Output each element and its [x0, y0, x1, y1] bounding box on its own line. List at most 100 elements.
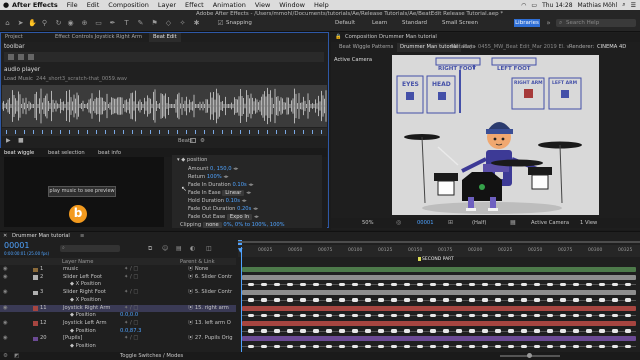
beat-marker[interactable] [168, 130, 169, 134]
puppet-tool-icon[interactable]: ✱ [192, 19, 201, 28]
prop-hold-duration[interactable]: Hold Duration 0.10s ◂▸ [188, 198, 247, 204]
keyframe[interactable] [261, 282, 267, 287]
keyframe[interactable] [508, 329, 514, 333]
view-layout-dropdown[interactable]: 1 View [580, 220, 597, 226]
layer-row[interactable]: ◉ 11 Joystick Right Arm ✦ / □ ⦿ 15. right ar… [0, 304, 236, 313]
overflow-chevron-icon[interactable]: » [544, 19, 553, 28]
beat-marker[interactable] [321, 130, 322, 134]
wifi-icon[interactable]: ◠ [521, 2, 526, 9]
layer-switches[interactable]: ✦ / □ [124, 266, 138, 274]
layer-duration-bar[interactable] [242, 320, 636, 326]
property-value[interactable]: 0.0,87.3 [120, 328, 141, 336]
clipping-dropdown[interactable]: none [202, 222, 222, 228]
zoom-tool-icon[interactable]: ⚲ [40, 19, 49, 28]
text-tool-icon[interactable]: T [122, 19, 131, 28]
spotlight-icon[interactable]: ⌕ [622, 1, 625, 9]
keyframe[interactable] [339, 313, 345, 318]
keyframe[interactable] [547, 313, 553, 318]
draft-3d-icon[interactable]: ⧉ [148, 245, 152, 253]
stop-icon[interactable]: ■ [18, 137, 24, 144]
visibility-eye-icon[interactable]: ◉ [3, 335, 8, 343]
zoom-dropdown[interactable]: 50% [362, 220, 374, 226]
keyframe[interactable] [560, 298, 566, 302]
keyframe[interactable] [534, 329, 540, 333]
layer-row[interactable]: ◉ 3 Slider Right Foot ✦ / □ ⦿ 5. Slider Cont… [0, 289, 236, 297]
keyframe[interactable] [443, 344, 449, 348]
workspace-default[interactable]: Default [335, 20, 355, 26]
keyframe[interactable] [586, 329, 592, 333]
playhead[interactable] [241, 247, 242, 355]
keyframe[interactable] [313, 282, 319, 287]
rectangle-tool-icon[interactable]: ▭ [94, 19, 103, 28]
layer-row[interactable]: ◉ 12 Joystick Left Arm ✦ / □ ⦿ 13. left arm … [0, 320, 236, 328]
property-row[interactable]: ◆ Position [0, 343, 236, 351]
comp-marker[interactable] [418, 257, 421, 261]
beat-marker[interactable] [195, 130, 196, 134]
keyframe[interactable] [586, 282, 592, 287]
selection-tool-icon[interactable]: ➤ [16, 19, 25, 28]
menu-view[interactable]: View [255, 1, 270, 9]
keyframe[interactable] [508, 282, 514, 287]
tool-button-icon[interactable] [28, 54, 34, 60]
layer-switches[interactable]: ✦ / □ [124, 335, 138, 343]
property-row[interactable]: ◆ Position 0.0,0.0 [0, 312, 236, 320]
keyframe[interactable] [339, 344, 345, 348]
tab-beat-selection[interactable]: beat selection [48, 150, 85, 156]
layer-name[interactable]: Joystick Right Arm [63, 305, 110, 313]
shy-icon[interactable]: ☺ [162, 245, 168, 252]
beat-marker[interactable] [78, 130, 79, 134]
zoom-slider-handle[interactable] [527, 353, 532, 358]
beat-marker[interactable] [114, 130, 115, 134]
beat-marker[interactable] [96, 130, 97, 134]
keyframe[interactable] [248, 298, 254, 302]
menu-help[interactable]: Help [314, 1, 329, 9]
keyframe[interactable] [313, 298, 319, 302]
layer-switches[interactable]: ✦ / □ [124, 320, 138, 328]
beat-marker[interactable] [294, 130, 295, 134]
property-value[interactable]: 0.0,0.0 [120, 312, 138, 320]
keyframe[interactable] [300, 329, 306, 333]
beat-marker[interactable] [105, 130, 106, 134]
keyframe[interactable] [430, 298, 436, 302]
layer-name[interactable]: Slider Right Foot [63, 289, 106, 297]
keyframe[interactable] [482, 344, 488, 348]
keyframe[interactable] [430, 329, 436, 333]
prop-fade-out-ease[interactable]: Fade Out Ease Expo In ◂▸ [188, 214, 259, 220]
keyframe[interactable] [352, 298, 358, 302]
beat-marker[interactable] [312, 130, 313, 134]
keyframe[interactable] [365, 344, 371, 348]
beat-marker[interactable] [6, 130, 7, 134]
keyframe[interactable] [248, 282, 254, 287]
menu-animation[interactable]: Animation [213, 1, 246, 9]
layer-switches[interactable]: ✦ / □ [124, 289, 138, 297]
prop-fade-in-duration[interactable]: Fade In Duration 0.10s ◂▸ [188, 182, 254, 188]
keyframe[interactable] [430, 344, 436, 348]
prop-return[interactable]: Return 100% ◂▸ [188, 174, 229, 180]
keyframe[interactable] [352, 313, 358, 318]
keyframe[interactable] [404, 329, 410, 333]
keyframe[interactable] [599, 344, 605, 348]
beat-marker[interactable] [33, 130, 34, 134]
visibility-eye-icon[interactable]: ◉ [3, 320, 8, 328]
visibility-eye-icon[interactable]: ◉ [3, 289, 8, 297]
tab-beat-info[interactable]: beat info [98, 150, 121, 156]
keyframe[interactable] [391, 298, 397, 302]
keyframe[interactable] [378, 282, 384, 287]
camera-dropdown[interactable]: Active Camera [531, 220, 569, 226]
tab-render-file[interactable]: Ray - 0455_MW_Beat Edit_Mar 2019 El. v [463, 43, 570, 52]
pan-behind-icon[interactable]: ⊕ [80, 19, 89, 28]
keyframe[interactable] [495, 329, 501, 333]
beat-marker[interactable] [24, 130, 25, 134]
keyframe[interactable] [404, 298, 410, 302]
menu-window[interactable]: Window [279, 1, 305, 9]
layer-label-color[interactable] [33, 267, 38, 272]
keyframe[interactable] [534, 344, 540, 348]
property-name[interactable]: ◆ Position [70, 312, 96, 320]
keyframe[interactable] [573, 344, 579, 348]
beat-marker[interactable] [267, 130, 268, 134]
keyframe[interactable] [274, 298, 280, 302]
beat-marker[interactable] [60, 130, 61, 134]
layer-switches[interactable]: ✦ / □ [124, 305, 138, 313]
play-music-preview-button[interactable]: play music to see preview [48, 186, 116, 197]
parent-dropdown[interactable]: ⦿ 6. Slider Contr [188, 274, 232, 282]
